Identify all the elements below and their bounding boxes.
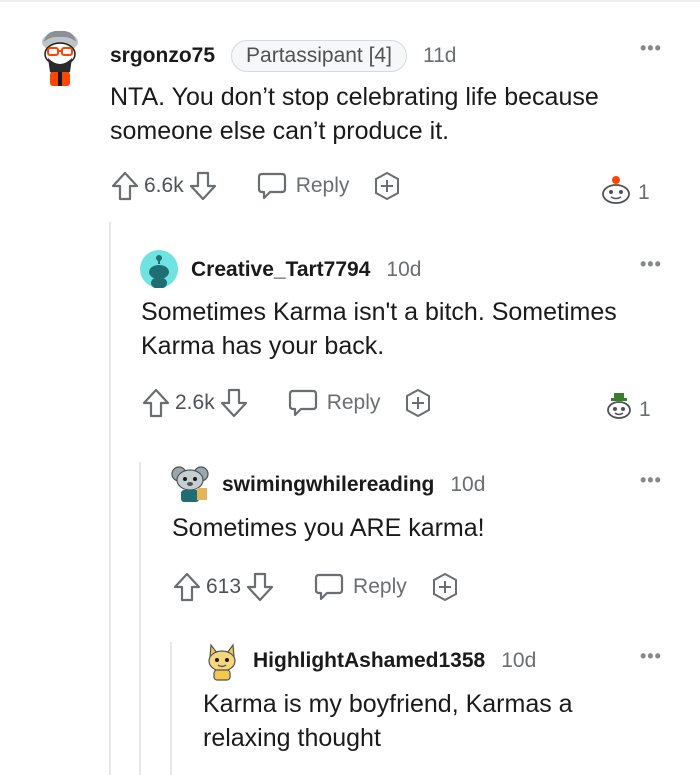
thread-line-1[interactable] [109, 222, 111, 775]
upvote-icon[interactable] [141, 387, 171, 419]
comment-header: swimingwhilereading 10d [222, 473, 485, 497]
award-display[interactable]: 1 [598, 174, 650, 212]
upvote-icon[interactable] [172, 571, 202, 603]
downvote-icon[interactable] [245, 571, 275, 603]
comment-header: srgonzo75 Partassipant [4] 11d [110, 40, 456, 72]
comment-header: Creative_Tart7794 10d [191, 258, 421, 282]
downvote-icon[interactable] [219, 387, 249, 419]
user-avatar[interactable] [140, 250, 178, 289]
vote-group: 613 [172, 571, 275, 603]
comment-header: HighlightAshamed1358 10d [253, 649, 536, 673]
timestamp[interactable]: 10d [450, 473, 485, 497]
downvote-icon[interactable] [188, 170, 218, 202]
award-count: 1 [639, 398, 651, 421]
reply-button[interactable]: Reply [313, 572, 407, 602]
comment-actions: 2.6k Reply [141, 387, 434, 419]
award-display[interactable]: 1 [603, 391, 651, 429]
timestamp[interactable]: 11d [423, 44, 456, 68]
vote-count: 613 [206, 575, 242, 598]
user-flair: Partassipant [4] [231, 40, 407, 72]
comment-actions: 613 Reply [172, 571, 461, 603]
upvote-icon[interactable] [110, 170, 140, 202]
reply-label: Reply [326, 391, 381, 414]
vote-count: 6.6k [144, 174, 184, 197]
more-options-button[interactable]: ••• [640, 470, 662, 491]
reply-button[interactable]: Reply [287, 388, 381, 418]
award-snoo-icon [603, 391, 635, 429]
timestamp[interactable]: 10d [501, 649, 536, 673]
user-avatar[interactable] [171, 464, 209, 506]
award-snoo-icon [598, 174, 634, 212]
timestamp[interactable]: 10d [386, 258, 421, 282]
reply-label: Reply [295, 174, 350, 197]
comment-body: Sometimes you ARE karma! [172, 514, 485, 542]
speech-bubble-icon [313, 572, 345, 602]
vote-group: 6.6k [110, 170, 218, 202]
comment-actions: 6.6k Reply [110, 170, 403, 202]
username[interactable]: HighlightAshamed1358 [253, 649, 485, 673]
reply-button[interactable]: Reply [256, 171, 350, 201]
comment-body: Karma is my boyfriend, Karmas a relaxing… [203, 690, 573, 752]
user-avatar[interactable] [203, 641, 241, 681]
award-count: 1 [638, 181, 650, 204]
more-options-button[interactable]: ••• [640, 254, 662, 275]
user-avatar[interactable] [36, 28, 84, 88]
username[interactable]: srgonzo75 [110, 44, 215, 68]
thread-line-2[interactable] [139, 462, 141, 775]
more-options-button[interactable]: ••• [640, 646, 662, 667]
add-award-icon[interactable] [429, 571, 461, 603]
vote-count: 2.6k [175, 391, 215, 414]
more-options-button[interactable]: ••• [640, 38, 662, 59]
add-award-icon[interactable] [371, 170, 403, 202]
add-award-icon[interactable] [402, 387, 434, 419]
top-divider [0, 0, 700, 2]
reply-label: Reply [353, 575, 407, 598]
thread-line-3[interactable] [170, 642, 172, 775]
username[interactable]: Creative_Tart7794 [191, 258, 370, 282]
comment-body: NTA. You don’t stop celebrating life bec… [110, 83, 599, 145]
comment-body: Sometimes Karma isn't a bitch. Sometimes… [141, 298, 617, 360]
vote-group: 2.6k [141, 387, 249, 419]
speech-bubble-icon [287, 388, 319, 418]
speech-bubble-icon [256, 171, 288, 201]
username[interactable]: swimingwhilereading [222, 473, 434, 497]
